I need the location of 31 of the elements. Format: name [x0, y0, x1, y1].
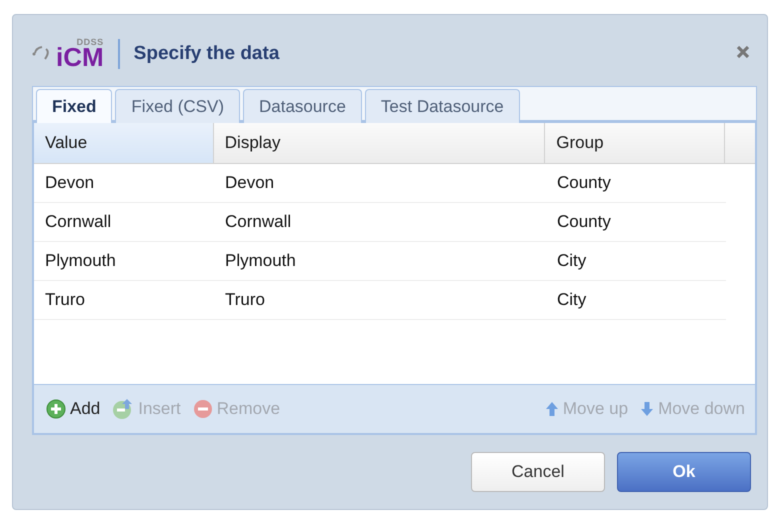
tab[interactable]: Fixed (CSV) [115, 89, 240, 123]
plus-icon [46, 399, 66, 419]
table-cell-text: Truro [224, 289, 266, 311]
table-cell-text: Plymouth [44, 250, 117, 272]
logo-subtitle: DDSS [76, 38, 104, 46]
arrow-up-icon [544, 401, 559, 417]
table-cell-text: County [556, 211, 612, 233]
tab[interactable]: Datasource [242, 89, 362, 123]
minus-icon [192, 399, 213, 419]
insert-icon [112, 398, 134, 420]
table-cell-text: Truro [44, 289, 86, 311]
column-header[interactable]: Display [214, 123, 546, 163]
add-button[interactable]: Add [42, 399, 104, 419]
tab[interactable]: Test Datasource [364, 89, 520, 123]
table-cell-text: Devon [44, 172, 96, 194]
table-cell-text: Cornwall [44, 211, 112, 233]
column-header[interactable]: Value [34, 123, 214, 163]
table-cell-text: Devon [224, 172, 276, 194]
table-cell-text: City [556, 250, 588, 272]
ok-button[interactable]: Ok [617, 452, 751, 492]
logo-text: iCM [56, 44, 104, 70]
cancel-button[interactable]: Cancel [471, 452, 605, 492]
close-icon[interactable] [735, 44, 751, 60]
table-cell-text: City [556, 289, 588, 311]
column-header[interactable]: Group [545, 123, 726, 163]
tab[interactable]: Fixed [36, 89, 112, 123]
window-title: Specify the data [134, 42, 280, 64]
table-cell-text: Cornwall [224, 211, 292, 233]
arrow-down-icon [640, 401, 654, 417]
table-cell-text: County [556, 172, 612, 194]
table-cell-text: Plymouth [224, 250, 297, 272]
